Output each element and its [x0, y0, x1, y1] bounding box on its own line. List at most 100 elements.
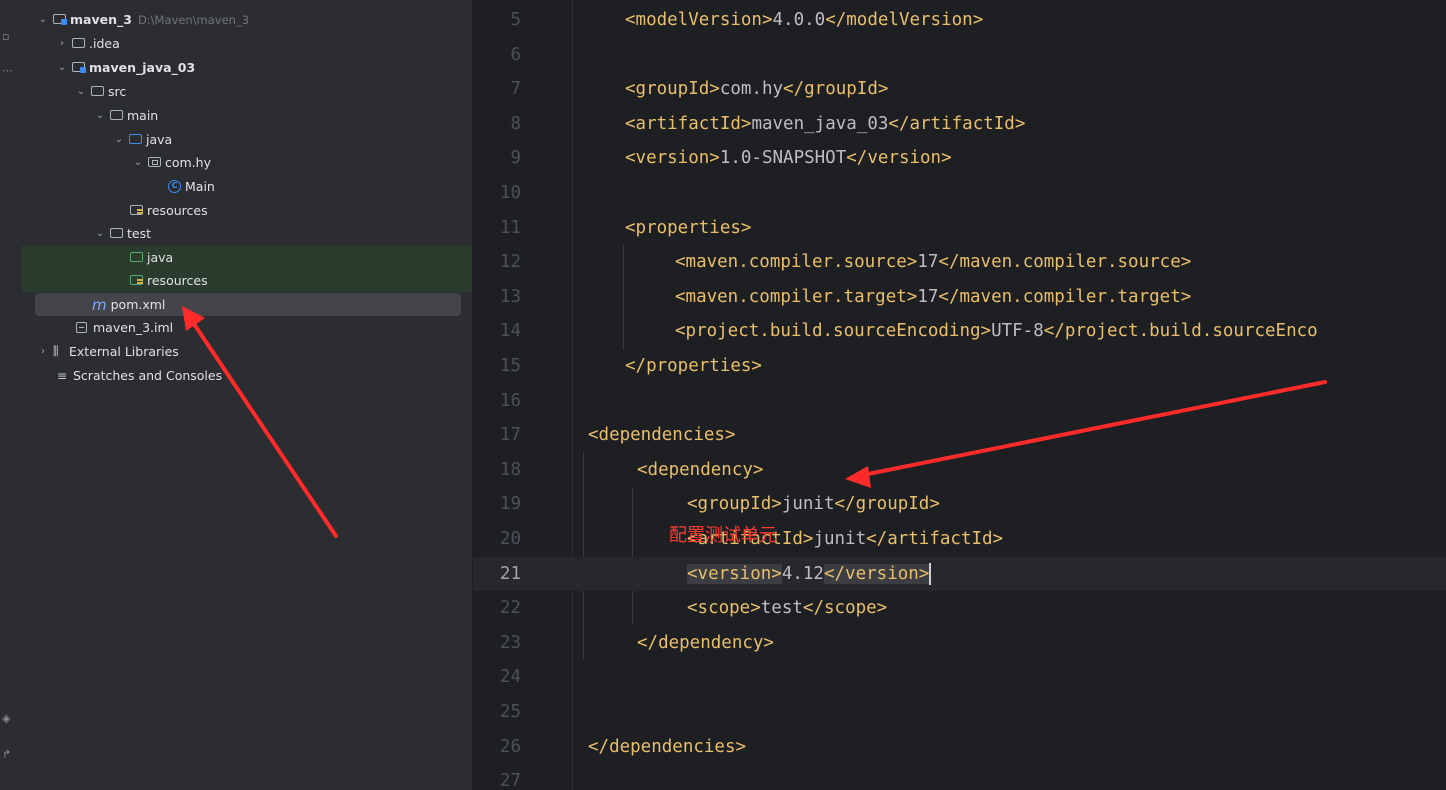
tree-item-label: com.hy: [165, 155, 211, 170]
chevron-down-icon[interactable]: ⌄: [36, 14, 50, 25]
tree-item-maven-3[interactable]: ⌄ maven_3 D:\Maven\maven_3: [22, 8, 472, 31]
tree-item-java[interactable]: ⌄ java: [22, 128, 472, 151]
tree-item-test-java[interactable]: java: [22, 246, 472, 269]
folder-icon: [91, 86, 105, 97]
tree-item-resources[interactable]: resources: [22, 199, 472, 222]
code-line[interactable]: 18 <dependency>: [473, 453, 1446, 488]
tree-item-idea[interactable]: › .idea: [22, 32, 472, 55]
services-icon[interactable]: ◈: [2, 712, 16, 726]
tree-item-label: maven_3: [70, 12, 132, 27]
code-line[interactable]: 23 </dependency>: [473, 626, 1446, 661]
chevron-right-icon[interactable]: ›: [36, 346, 50, 357]
code-line[interactable]: 25: [473, 695, 1446, 730]
chevron-down-icon[interactable]: ⌄: [131, 157, 145, 168]
line-number: 9: [510, 148, 521, 169]
tree-item-test-resources[interactable]: resources: [22, 269, 472, 292]
tree-item-main[interactable]: ⌄ main: [22, 104, 472, 127]
code-line[interactable]: 12 <maven.compiler.source>17</maven.comp…: [473, 245, 1446, 280]
tree-item-label: test: [127, 226, 152, 241]
code-line[interactable]: 8 <artifactId>maven_java_03</artifactId>: [473, 107, 1446, 142]
line-code: <maven.compiler.target>17</maven.compile…: [675, 286, 1192, 307]
code-line[interactable]: 15 </properties>: [473, 349, 1446, 384]
line-number: 20: [499, 529, 521, 549]
test-source-folder-icon: [130, 252, 144, 263]
code-line[interactable]: 14 <project.build.sourceEncoding>UTF-8</…: [473, 314, 1446, 349]
class-icon: C: [168, 180, 181, 193]
line-number: 5: [510, 10, 521, 30]
module-folder-icon: [72, 62, 86, 73]
code-line[interactable]: 7 <groupId>com.hy</groupId>: [473, 72, 1446, 107]
line-code: <dependency>: [637, 459, 764, 480]
line-number: 17: [499, 425, 521, 446]
code-line[interactable]: 13 <maven.compiler.target>17</maven.comp…: [473, 280, 1446, 315]
more-tools-icon[interactable]: ⋯: [2, 64, 16, 78]
tree-item-src[interactable]: ⌄ src: [22, 80, 472, 103]
code-line[interactable]: 20 <artifactId>junit</artifactId>: [473, 522, 1446, 557]
tree-item-maven-java-03[interactable]: ⌄ maven_java_03: [22, 56, 472, 79]
code-line[interactable]: 22 <scope>test</scope>: [473, 591, 1446, 626]
line-number: 24: [499, 667, 521, 688]
line-code: <project.build.sourceEncoding>UTF-8</pro…: [675, 321, 1318, 342]
line-number: 21: [499, 563, 521, 584]
line-number: 16: [499, 390, 521, 411]
line-number: 11: [499, 217, 521, 238]
line-code: <groupId>com.hy</groupId>: [625, 79, 889, 100]
line-code: <properties>: [625, 217, 752, 238]
chevron-down-icon[interactable]: ⌄: [93, 110, 107, 121]
code-line[interactable]: 11 <properties>: [473, 211, 1446, 246]
code-line[interactable]: 24: [473, 660, 1446, 695]
line-code: <modelVersion>4.0.0</modelVersion>: [625, 10, 984, 30]
code-line[interactable]: 10: [473, 176, 1446, 211]
project-tree: ⌄ maven_3 D:\Maven\maven_3 › .idea ⌄ mav…: [22, 0, 472, 790]
code-editor[interactable]: 5 <modelVersion>4.0.0</modelVersion> 6 7…: [473, 0, 1446, 790]
tree-item-pom-xml[interactable]: m pom.xml: [22, 293, 472, 316]
line-number: 25: [499, 702, 521, 722]
test-resources-folder-icon: [130, 275, 144, 286]
text-caret: [929, 562, 931, 585]
tree-item-label: pom.xml: [110, 297, 166, 312]
tree-item-label: .idea: [89, 36, 120, 51]
tree-item-label: main: [127, 108, 159, 123]
tree-item-path: D:\Maven\maven_3: [137, 12, 250, 27]
line-code: <maven.compiler.source>17</maven.compile…: [675, 252, 1192, 273]
line-number: 19: [499, 494, 521, 515]
tree-item-test[interactable]: ⌄ test: [22, 222, 472, 245]
line-number: 18: [499, 459, 521, 480]
tree-item-scratches[interactable]: ≡ Scratches and Consoles: [22, 364, 472, 387]
line-number: 27: [499, 771, 521, 790]
tree-item-label: resources: [147, 273, 208, 288]
code-line[interactable]: 6: [473, 38, 1446, 73]
tree-item-external-libraries[interactable]: › ⫼ External Libraries: [22, 340, 472, 363]
tree-item-label: Scratches and Consoles: [73, 368, 223, 383]
project-tool-icon[interactable]: ▫: [2, 30, 16, 44]
line-number: 6: [510, 44, 521, 65]
line-code: <dependencies>: [588, 425, 736, 446]
code-line[interactable]: 9 <version>1.0-SNAPSHOT</version>: [473, 141, 1446, 176]
line-code: <version>4.12</version>: [687, 562, 931, 585]
chevron-down-icon[interactable]: ⌄: [93, 228, 107, 239]
scratches-icon: ≡: [57, 368, 68, 383]
terminal-icon[interactable]: ↱: [2, 748, 16, 762]
folder-icon: [110, 110, 124, 121]
code-line[interactable]: 26 </dependencies>: [473, 730, 1446, 765]
code-line[interactable]: 17 <dependencies>: [473, 418, 1446, 453]
code-line[interactable]: 16: [473, 384, 1446, 419]
tree-item-maven-3-iml[interactable]: maven_3.iml: [22, 316, 472, 339]
line-code: </dependencies>: [588, 736, 747, 757]
tree-item-label: java: [146, 132, 173, 147]
tree-item-label: src: [108, 84, 127, 99]
code-line-current[interactable]: 21 <version>4.12</version>: [473, 556, 1446, 592]
code-line[interactable]: 19 <groupId>junit</groupId>: [473, 487, 1446, 522]
iml-file-icon: [76, 322, 90, 333]
chevron-down-icon[interactable]: ⌄: [112, 134, 126, 145]
chevron-down-icon[interactable]: ⌄: [55, 62, 69, 73]
tree-item-com-hy[interactable]: ⌄ com.hy: [22, 151, 472, 174]
chevron-right-icon[interactable]: ›: [55, 38, 69, 49]
tree-item-main-class[interactable]: C Main: [22, 175, 472, 198]
code-line[interactable]: 5 <modelVersion>4.0.0</modelVersion>: [473, 3, 1446, 38]
line-code: <scope>test</scope>: [687, 598, 888, 619]
chevron-down-icon[interactable]: ⌄: [74, 86, 88, 97]
code-line[interactable]: 27: [473, 764, 1446, 790]
line-number: 15: [499, 356, 521, 376]
line-number: 7: [510, 79, 521, 100]
